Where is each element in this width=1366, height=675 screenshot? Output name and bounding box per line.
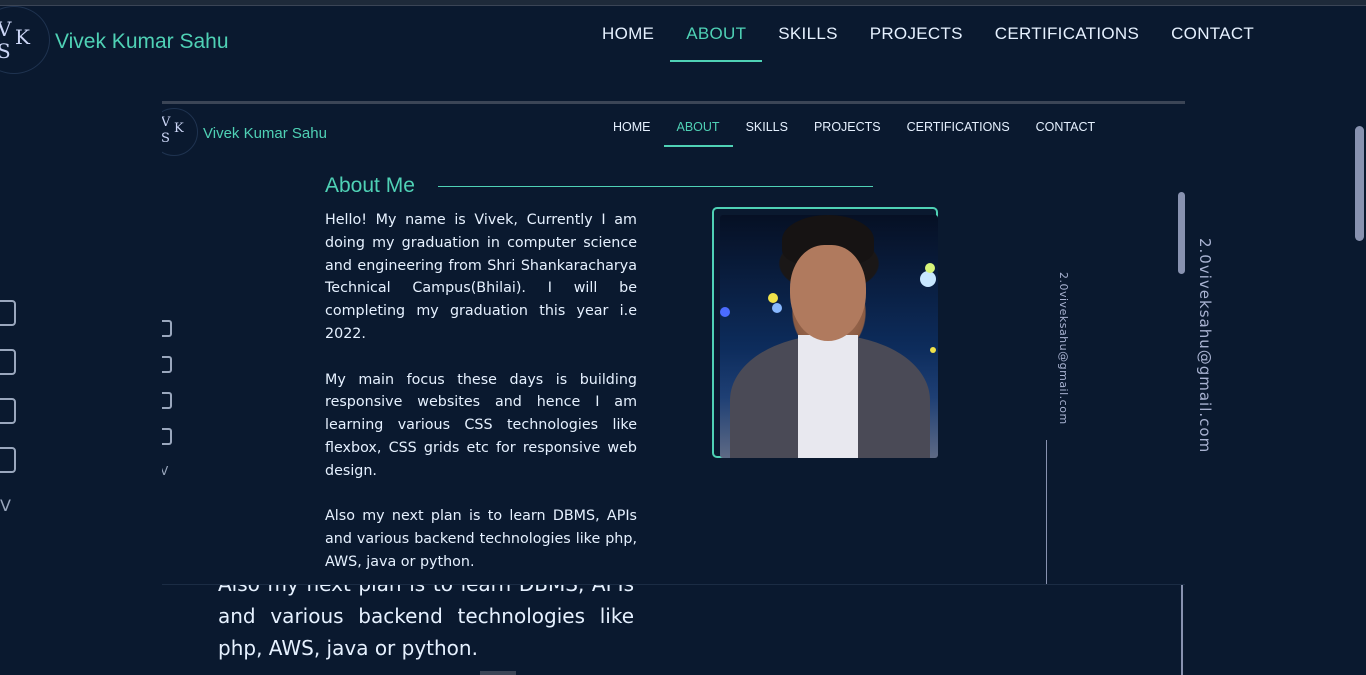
- social-links: V: [0, 300, 16, 515]
- brand-name[interactable]: Vivek Kumar Sahu: [55, 30, 229, 54]
- nav-certifications[interactable]: CERTIFICATIONS: [979, 24, 1155, 60]
- email-link[interactable]: 2.0viveksahu@gmail.com: [1057, 272, 1070, 425]
- logo-letter: K: [174, 121, 184, 136]
- scrollbar-thumb[interactable]: [1355, 126, 1364, 241]
- logo-letter: S: [0, 39, 11, 63]
- horizontal-scroll-thumb[interactable]: [480, 671, 516, 675]
- mail-icon[interactable]: [162, 428, 172, 445]
- nav-skills[interactable]: SKILLS: [762, 24, 853, 60]
- github-icon[interactable]: [0, 300, 16, 326]
- nav-about[interactable]: ABOUT: [663, 120, 733, 147]
- v-icon[interactable]: V: [0, 496, 16, 515]
- logo-letter: V: [162, 115, 170, 130]
- nav-contact[interactable]: CONTACT: [1023, 120, 1109, 145]
- main-nav: HOME ABOUT SKILLS PROJECTS CERTIFICATION…: [600, 120, 1108, 147]
- about-text: Hello! My name is Vivek, Currently I am …: [325, 209, 637, 584]
- instagram-icon[interactable]: [162, 392, 172, 409]
- about-paragraph: Also my next plan is to learn DBMS, APIs…: [325, 508, 637, 570]
- instagram-icon[interactable]: [0, 398, 16, 424]
- nav-about[interactable]: ABOUT: [670, 24, 763, 62]
- scrollbar-thumb[interactable]: [1178, 192, 1185, 274]
- logo[interactable]: V K S: [0, 6, 50, 74]
- v-icon[interactable]: V: [162, 464, 172, 478]
- about-paragraph: Hello! My name is Vivek, Currently I am …: [325, 212, 637, 342]
- github-icon[interactable]: [162, 320, 172, 337]
- mail-icon[interactable]: [0, 447, 16, 473]
- nav-projects[interactable]: PROJECTS: [801, 120, 894, 145]
- nav-contact[interactable]: CONTACT: [1155, 24, 1270, 60]
- nav-home[interactable]: HOME: [586, 24, 670, 60]
- email-divider-line: [1046, 440, 1047, 584]
- logo-letter: S: [162, 131, 170, 146]
- section-title: About Me: [325, 174, 415, 197]
- email-divider-line: [1181, 580, 1183, 675]
- nav-home[interactable]: HOME: [600, 120, 664, 145]
- logo-letter: V: [0, 17, 12, 41]
- profile-photo: [720, 215, 938, 458]
- logo-letter: K: [15, 25, 30, 49]
- about-paragraph: My main focus these days is building res…: [325, 371, 637, 479]
- embedded-preview: V K S Vivek Kumar Sahu HOME ABOUT SKILLS…: [162, 101, 1185, 585]
- nav-projects[interactable]: PROJECTS: [854, 24, 979, 60]
- email-link[interactable]: 2.0viveksahu@gmail.com: [1196, 238, 1214, 453]
- nav-skills[interactable]: SKILLS: [733, 120, 801, 145]
- browser-top-bar: [0, 0, 1366, 6]
- social-links: V: [162, 320, 172, 478]
- title-underline: [438, 186, 873, 187]
- logo[interactable]: V K S: [162, 108, 198, 156]
- linkedin-icon[interactable]: [0, 349, 16, 375]
- linkedin-icon[interactable]: [162, 356, 172, 373]
- nav-certifications[interactable]: CERTIFICATIONS: [894, 120, 1023, 145]
- brand-name[interactable]: Vivek Kumar Sahu: [203, 125, 327, 142]
- main-nav: HOME ABOUT SKILLS PROJECTS CERTIFICATION…: [586, 24, 1270, 62]
